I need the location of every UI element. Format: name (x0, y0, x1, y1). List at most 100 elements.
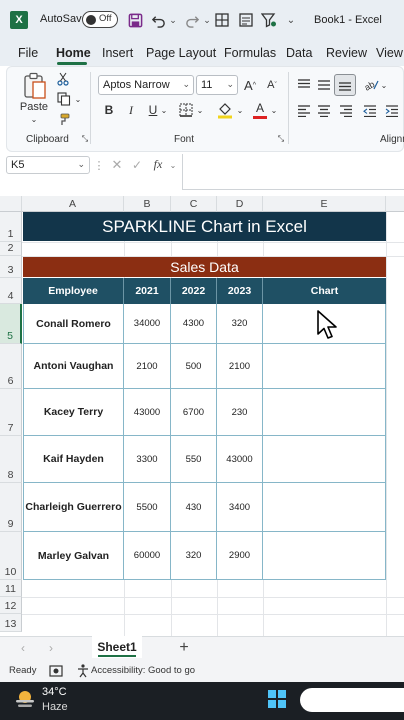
row-header-6[interactable]: 6 (0, 344, 22, 389)
column-header-d[interactable]: D (217, 196, 263, 212)
name-box[interactable]: K5 ⌄ (6, 156, 90, 174)
windows-start-icon[interactable] (268, 690, 286, 708)
header-employee[interactable]: Employee (23, 278, 124, 304)
tab-file[interactable]: File (18, 46, 38, 60)
filter-icon[interactable] (260, 10, 278, 30)
align-center-icon[interactable] (316, 104, 332, 118)
grow-font-icon[interactable]: A ^ (242, 76, 258, 94)
cell-2022[interactable]: 4300 (171, 304, 217, 344)
insert-function-icon[interactable]: fx (150, 156, 166, 172)
sheet-tab-sheet1[interactable]: Sheet1 (92, 636, 142, 658)
header-2023[interactable]: 2023 (217, 278, 263, 304)
row-header-3[interactable]: 3 (0, 256, 22, 278)
cancel-icon[interactable]: ✕ (110, 157, 124, 173)
cell-employee[interactable]: Charleigh Guerrero (23, 483, 124, 532)
row-header-10[interactable]: 10 (0, 532, 22, 580)
borders-icon[interactable] (178, 102, 194, 118)
sheet-subtitle-banner[interactable]: Sales Data (23, 257, 386, 277)
cell-2023[interactable]: 43000 (217, 436, 263, 483)
align-top-icon[interactable] (296, 78, 312, 92)
tab-formulas[interactable]: Formulas (224, 46, 276, 60)
cell-2022[interactable]: 550 (171, 436, 217, 483)
row-header-8[interactable]: 8 (0, 436, 22, 483)
cell-chart[interactable] (263, 436, 386, 483)
font-color-icon[interactable]: A (252, 100, 268, 120)
tab-home[interactable]: Home (56, 46, 91, 60)
row-header-5[interactable]: 5 (0, 304, 22, 344)
column-header-b[interactable]: B (124, 196, 171, 212)
shrink-font-icon[interactable]: Aˇ (264, 76, 280, 94)
row-header-1[interactable]: 1 (0, 212, 22, 242)
table-icon[interactable] (214, 10, 230, 30)
tab-review[interactable]: Review (326, 46, 367, 60)
fill-color-dropdown-icon[interactable]: ⌄ (236, 104, 244, 116)
undo-dropdown-icon[interactable]: ⌄ (168, 10, 178, 30)
row-header-12[interactable]: 12 (0, 597, 22, 614)
tab-page-layout[interactable]: Page Layout (146, 46, 216, 60)
font-size-combo[interactable]: 11 ⌄ (196, 75, 238, 95)
macro-record-icon[interactable] (48, 663, 64, 679)
autosave-toggle[interactable]: Off (82, 11, 118, 28)
clipboard-launcher-icon[interactable]: ⤡ (80, 134, 90, 144)
cell-2023[interactable]: 320 (217, 304, 263, 344)
redo-dropdown-icon[interactable]: ⌄ (202, 10, 212, 30)
cell-chart[interactable] (263, 483, 386, 532)
row-header-7[interactable]: 7 (0, 389, 22, 436)
cell-chart[interactable] (263, 389, 386, 436)
align-bottom-icon[interactable] (334, 74, 356, 96)
cell-2023[interactable]: 230 (217, 389, 263, 436)
copy-dropdown-icon[interactable]: ⌄ (74, 94, 82, 104)
more-icon[interactable]: ⌄ (284, 10, 298, 30)
cut-icon[interactable] (56, 72, 70, 86)
column-header-c[interactable]: C (171, 196, 217, 212)
row-header-13[interactable]: 13 (0, 614, 22, 632)
header-2021[interactable]: 2021 (124, 278, 171, 304)
form-icon[interactable] (238, 10, 254, 30)
paste-icon[interactable] (22, 72, 48, 100)
underline-button[interactable]: U (146, 102, 160, 118)
column-header-a[interactable]: A (22, 196, 124, 212)
formula-input[interactable] (182, 154, 404, 190)
cell-chart[interactable] (263, 532, 386, 580)
underline-dropdown-icon[interactable]: ⌄ (160, 104, 168, 116)
cell-employee[interactable]: Antoni Vaughan (23, 344, 124, 389)
cell-2021[interactable]: 60000 (124, 532, 171, 580)
column-header-e[interactable]: E (263, 196, 386, 212)
row-header-11[interactable]: 11 (0, 580, 22, 597)
fill-color-icon[interactable] (216, 100, 234, 120)
row-header-2[interactable]: 2 (0, 242, 22, 256)
redo-icon[interactable] (184, 10, 200, 30)
align-right-icon[interactable] (338, 104, 354, 118)
cell-chart[interactable] (263, 344, 386, 389)
copy-icon[interactable] (56, 92, 72, 106)
enter-icon[interactable]: ✓ (130, 157, 144, 173)
function-dropdown-icon[interactable]: ⌄ (168, 158, 178, 172)
taskbar-search-box[interactable] (300, 688, 404, 712)
cell-employee[interactable]: Marley Galvan (23, 532, 124, 580)
tab-data[interactable]: Data (286, 46, 312, 60)
cell-2022[interactable]: 6700 (171, 389, 217, 436)
tab-insert[interactable]: Insert (102, 46, 133, 60)
cell-2023[interactable]: 2100 (217, 344, 263, 389)
select-all-corner[interactable] (0, 196, 22, 212)
sheet-title-banner[interactable]: SPARKLINE Chart in Excel (23, 212, 386, 241)
tab-view[interactable]: View (376, 46, 403, 60)
decrease-indent-icon[interactable] (362, 104, 378, 118)
cell-2021[interactable]: 5500 (124, 483, 171, 532)
orientation-dropdown-icon[interactable]: ⌄ (380, 80, 388, 90)
accessibility-status[interactable]: Accessibility: Good to go (91, 665, 195, 676)
paste-dropdown-icon[interactable]: ⌄ (28, 114, 40, 124)
cell-2022[interactable]: 430 (171, 483, 217, 532)
new-sheet-button[interactable]: + (176, 639, 192, 657)
save-icon[interactable] (126, 10, 144, 30)
column-header-f[interactable] (386, 196, 404, 212)
cell-2021[interactable]: 43000 (124, 389, 171, 436)
weather-haze-icon[interactable] (14, 688, 36, 710)
undo-icon[interactable] (150, 10, 166, 30)
increase-indent-icon[interactable] (384, 104, 400, 118)
borders-dropdown-icon[interactable]: ⌄ (196, 104, 204, 116)
previous-sheet-icon[interactable]: ‹ (16, 640, 30, 656)
cell-2022[interactable]: 320 (171, 532, 217, 580)
cell-employee[interactable]: Conall Romero (23, 304, 124, 344)
align-left-icon[interactable] (296, 104, 312, 118)
